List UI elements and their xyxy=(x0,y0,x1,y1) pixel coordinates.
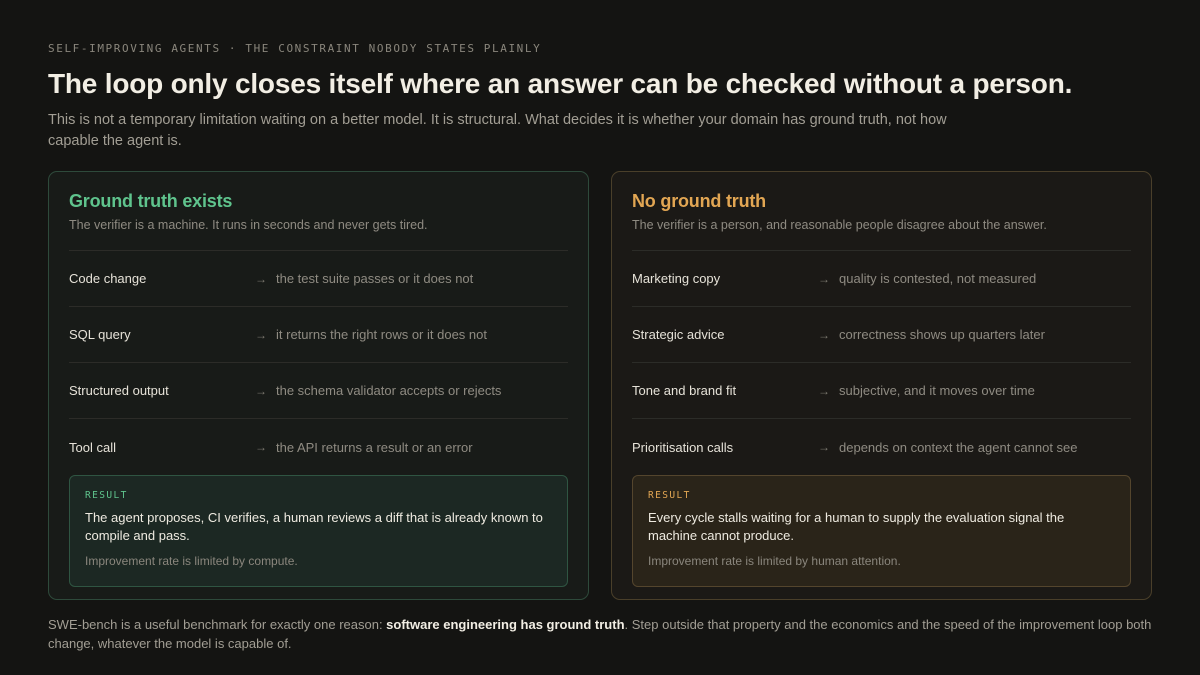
result-note: Improvement rate is limited by compute. xyxy=(85,554,298,568)
list-item: Tone and brand fit → subjective, and it … xyxy=(632,363,1131,419)
arrow-right-icon: → xyxy=(818,327,830,342)
no-ground-truth-panel: No ground truth The verifier is a person… xyxy=(611,171,1152,600)
result-body: The agent proposes, CI verifies, a human… xyxy=(85,510,543,543)
row-value: the schema validator accepts or rejects xyxy=(276,383,502,398)
list-item: Marketing copy → quality is contested, n… xyxy=(632,251,1131,307)
row-label: SQL query xyxy=(69,327,131,342)
list-item: Structured output → the schema validator… xyxy=(69,363,568,419)
panel-description: The verifier is a machine. It runs in se… xyxy=(69,218,428,232)
arrow-right-icon: → xyxy=(818,271,830,286)
row-value: subjective, and it moves over time xyxy=(839,383,1035,398)
row-value: the API returns a result or an error xyxy=(276,439,473,455)
arrow-right-icon: → xyxy=(818,440,830,454)
list-item: Code change → the test suite passes or i… xyxy=(69,251,568,307)
arrow-right-icon: → xyxy=(255,440,267,454)
page-title: The loop only closes itself where an ans… xyxy=(48,68,1073,99)
result-tag: RESULT xyxy=(85,490,128,501)
result-note: Improvement rate is limited by human att… xyxy=(648,554,901,568)
row-label: Marketing copy xyxy=(632,271,721,286)
ground-truth-panel: Ground truth exists The verifier is a ma… xyxy=(48,171,589,600)
arrow-right-icon: → xyxy=(255,327,267,342)
row-value: depends on context the agent cannot see xyxy=(839,439,1078,455)
row-label: Tone and brand fit xyxy=(632,383,737,398)
comparison-list: Code change → the test suite passes or i… xyxy=(69,250,568,475)
result-tag: RESULT xyxy=(648,490,691,501)
panel-title: No ground truth xyxy=(632,191,766,211)
result-box: RESULT Every cycle stalls waiting for a … xyxy=(632,475,1131,587)
arrow-right-icon: → xyxy=(255,271,267,286)
panel-title: Ground truth exists xyxy=(69,191,233,211)
row-label: Tool call xyxy=(69,439,116,455)
row-value: correctness shows up quarters later xyxy=(839,327,1045,342)
row-label: Structured output xyxy=(69,383,169,398)
arrow-right-icon: → xyxy=(255,383,267,398)
row-value: it returns the right rows or it does not xyxy=(276,327,487,342)
footer-text: SWE-bench is a useful benchmark for exac… xyxy=(48,617,387,632)
row-label: Strategic advice xyxy=(632,327,725,342)
result-box: RESULT The agent proposes, CI verifies, … xyxy=(69,475,568,587)
row-value: quality is contested, not measured xyxy=(839,271,1037,286)
result-body: Every cycle stalls waiting for a human t… xyxy=(648,510,1065,543)
row-label: Code change xyxy=(69,271,147,286)
list-item: SQL query → it returns the right rows or… xyxy=(69,307,568,363)
arrow-right-icon: → xyxy=(818,383,830,398)
footer-emphasis: software engineering has ground truth xyxy=(386,617,625,632)
panel-description: The verifier is a person, and reasonable… xyxy=(632,218,1047,232)
row-label: Prioritisation calls xyxy=(632,439,734,455)
eyebrow: SELF-IMPROVING AGENTS · THE CONSTRAINT N… xyxy=(48,42,542,55)
list-item: Tool call → the API returns a result or … xyxy=(69,419,568,475)
list-item: Prioritisation calls → depends on contex… xyxy=(632,419,1131,475)
row-value: the test suite passes or it does not xyxy=(276,271,474,286)
footer-note: SWE-bench is a useful benchmark for exac… xyxy=(48,615,1152,653)
list-item: Strategic advice → correctness shows up … xyxy=(632,307,1131,363)
comparison-list: Marketing copy → quality is contested, n… xyxy=(632,250,1131,475)
page-subtitle: This is not a temporary limitation waiti… xyxy=(48,112,947,149)
